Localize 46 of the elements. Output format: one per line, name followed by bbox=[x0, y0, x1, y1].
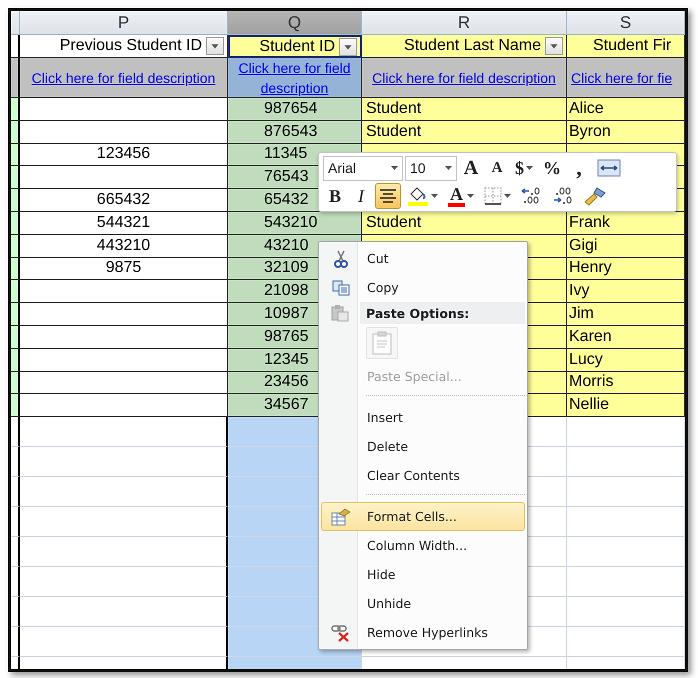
column-header[interactable]: Q bbox=[228, 11, 362, 35]
column-header[interactable]: P bbox=[20, 11, 228, 35]
table-cell: Henry bbox=[567, 258, 685, 280]
table-cell: Frank bbox=[567, 212, 685, 235]
table-cell: 987654 bbox=[228, 98, 362, 121]
currency-button[interactable]: $ bbox=[511, 155, 537, 181]
table-cell: Karen bbox=[567, 326, 685, 349]
field-header-label: Previous Student ID bbox=[58, 37, 202, 55]
table-cell: 443210 bbox=[20, 234, 228, 258]
table-cell: Alice bbox=[567, 98, 685, 121]
grow-font-button[interactable]: A bbox=[459, 155, 483, 181]
table-cell: Gigi bbox=[567, 234, 685, 258]
column-header[interactable]: S bbox=[567, 11, 685, 35]
table-cell: Jim bbox=[567, 303, 685, 326]
table-cell: 9875 bbox=[20, 258, 228, 280]
table-cell: 665432 bbox=[20, 189, 228, 212]
table-cell: 123456 bbox=[20, 144, 228, 166]
table-cell: Student bbox=[362, 98, 567, 121]
comma-style-button[interactable]: , bbox=[567, 155, 591, 181]
field-header-label: Student Fir bbox=[592, 37, 672, 55]
table-cell: Ivy bbox=[567, 280, 685, 304]
font-name-field[interactable]: Arial bbox=[323, 156, 403, 180]
menu-section-header: Paste Options: bbox=[360, 302, 525, 324]
table-cell: Nellie bbox=[567, 394, 685, 418]
field-header-label: Student ID bbox=[258, 38, 335, 56]
percent-button[interactable]: % bbox=[539, 155, 565, 181]
font-size-field[interactable]: 10 bbox=[405, 156, 457, 180]
menu-item[interactable]: Column Width... bbox=[321, 531, 525, 560]
shrink-font-button[interactable]: A bbox=[485, 155, 509, 181]
table-cell: 543210 bbox=[228, 212, 362, 235]
table-cell: Morris bbox=[567, 372, 685, 394]
table-cell: Student bbox=[362, 120, 567, 144]
table-cell: 544321 bbox=[20, 212, 228, 235]
menu-item[interactable]: Hide bbox=[321, 560, 525, 589]
menu-item[interactable]: Remove Hyperlinks bbox=[321, 618, 525, 647]
menu-item[interactable]: Delete bbox=[321, 432, 525, 461]
table-cell: 876543 bbox=[228, 120, 362, 144]
table-cell: Student bbox=[362, 212, 567, 235]
column-header[interactable]: R bbox=[362, 11, 567, 35]
menu-item[interactable]: Clear Contents bbox=[321, 461, 525, 490]
menu-item[interactable]: Unhide bbox=[321, 589, 525, 618]
font-color-button[interactable]: A bbox=[444, 183, 478, 209]
table-cell: Lucy bbox=[567, 348, 685, 372]
field-header-label: Student Last Name bbox=[403, 37, 541, 55]
table-cell: Byron bbox=[567, 120, 685, 144]
menu-item[interactable]: Format Cells... bbox=[321, 502, 525, 531]
